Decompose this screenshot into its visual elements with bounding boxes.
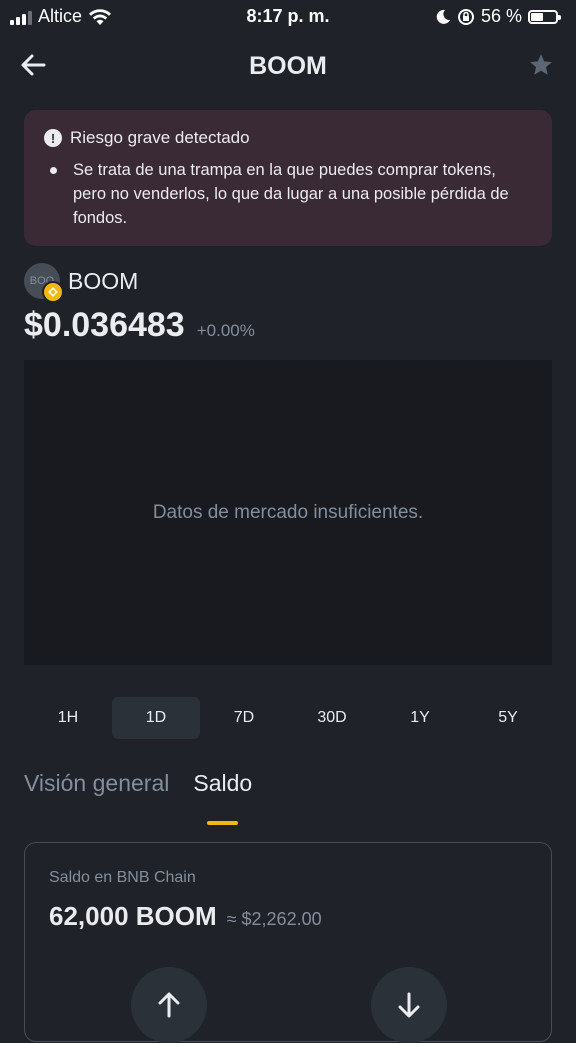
moon-icon [436,9,450,24]
range-30d-button[interactable]: 30D [288,697,376,739]
balance-amount: 62,000 BOOM [49,901,217,931]
content-tabs: Visión general Saldo [24,770,252,825]
range-1h-button[interactable]: 1H [24,697,112,739]
risk-title: Riesgo grave detectado [70,128,250,147]
balance-usd-value: ≈ $2,262.00 [226,909,322,929]
exclamation-icon: ! [44,129,62,147]
time-range-selector: 1H 1D 7D 30D 1Y 5Y [24,697,552,739]
token-name: BOOM [68,267,139,294]
balance-row: 62,000 BOOM ≈ $2,262.00 [49,901,322,932]
price-row: $0.036483 +0.00% [24,306,255,345]
token-logo: BOO [24,263,64,303]
risk-header: ! Riesgo grave detectado [44,128,532,148]
range-7d-button[interactable]: 7D [200,697,288,739]
send-button[interactable] [131,967,207,1043]
status-icons: 56 % [435,6,561,27]
top-navigation: BOOM [0,40,576,92]
battery-level [531,12,543,21]
tab-balance[interactable]: Saldo [193,770,252,825]
tab-overview[interactable]: Visión general [24,770,169,807]
token-header: BOO BOOM [24,263,139,303]
arrow-up-icon [158,992,180,1018]
star-icon [530,54,552,75]
bnb-chain-icon [42,281,64,303]
risk-warning: ! Riesgo grave detectado Se trata de una… [24,110,552,246]
battery-icon [528,9,561,24]
risk-description: Se trata de una trampa en la que puedes … [73,161,509,227]
receive-button[interactable] [371,967,447,1043]
page-title: BOOM [249,52,327,80]
balance-card: Saldo en BNB Chain 62,000 BOOM ≈ $2,262.… [24,842,552,1043]
range-5y-button[interactable]: 5Y [464,697,552,739]
token-price: $0.036483 [24,306,185,344]
risk-item: Se trata de una trampa en la que puedes … [44,158,532,230]
rotation-lock-icon [457,8,474,25]
range-1d-button[interactable]: 1D [112,697,200,739]
battery-percentage: 56 % [480,6,522,26]
status-bar: Altice 8:17 p. m. 56 % [0,0,576,34]
balance-label: Saldo en BNB Chain [49,869,196,886]
favorite-button[interactable] [528,52,554,78]
price-change: +0.00% [196,321,255,340]
price-chart: Datos de mercado insuficientes. [24,360,552,665]
chart-empty-message: Datos de mercado insuficientes. [152,501,424,523]
arrow-down-icon [398,992,420,1018]
bullet-icon [50,167,57,174]
range-1y-button[interactable]: 1Y [376,697,464,739]
